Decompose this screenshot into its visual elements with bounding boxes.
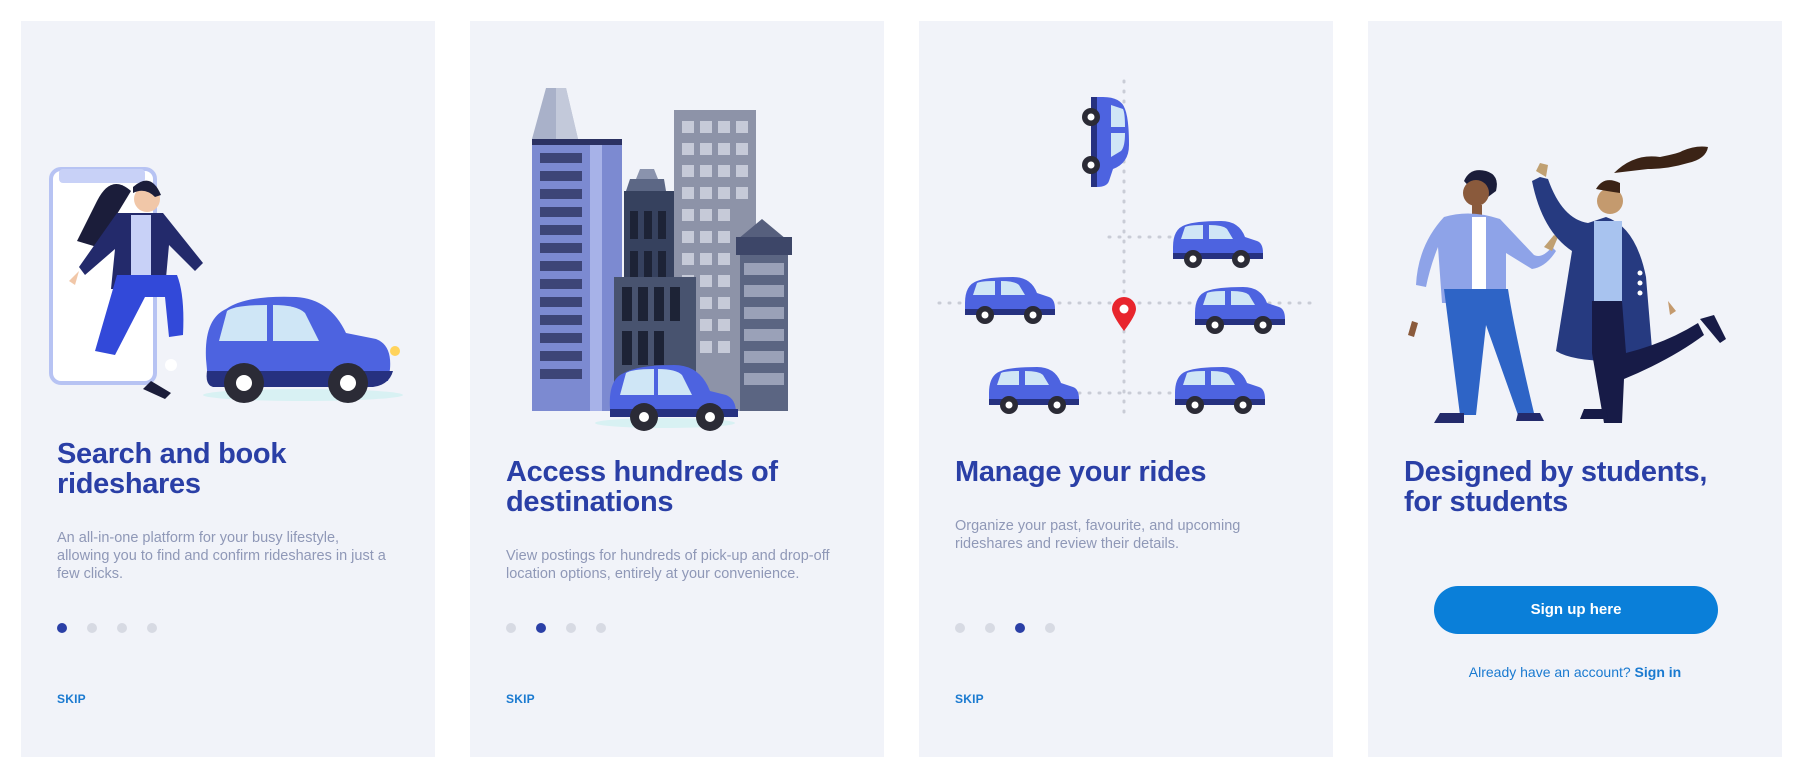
screen-description: View postings for hundreds of pick-up an…	[506, 548, 830, 582]
skip-button[interactable]: SKIP	[955, 692, 984, 706]
manage-rides-illustration	[937, 79, 1313, 419]
screen-title: Manage your rides	[955, 456, 1207, 488]
page-dot-3[interactable]	[1015, 623, 1025, 633]
onboarding-screen-2: Access hundreds of destinations View pos…	[470, 21, 884, 757]
skip-button[interactable]: SKIP	[57, 692, 86, 706]
pagination-dots	[955, 623, 1055, 633]
page-dot-1[interactable]	[955, 623, 965, 633]
car-illustration	[203, 296, 403, 403]
page-dot-1[interactable]	[57, 623, 67, 633]
search-book-illustration	[49, 167, 403, 403]
pagination-dots	[506, 623, 606, 633]
skip-button[interactable]: SKIP	[506, 692, 535, 706]
onboarding-screen-3: Manage your rides Organize your past, fa…	[919, 21, 1333, 757]
page-dot-2[interactable]	[536, 623, 546, 633]
people-high-five-illustration	[1408, 146, 1726, 423]
onboarding-screen-1: Search and book rideshares An all-in-one…	[21, 21, 435, 757]
page-dot-1[interactable]	[506, 623, 516, 633]
screen-title: Designed by students, for students	[1404, 456, 1708, 518]
page-dot-4[interactable]	[1045, 623, 1055, 633]
page-dot-4[interactable]	[596, 623, 606, 633]
onboarding-screen-4: Designed by students, for students Sign …	[1368, 21, 1782, 757]
account-prompt-text: Already have an account?	[1468, 664, 1631, 680]
woman-illustration	[1532, 146, 1726, 423]
page-dot-3[interactable]	[117, 623, 127, 633]
screen-description: An all-in-one platform for your busy lif…	[57, 530, 386, 582]
page-dot-3[interactable]	[566, 623, 576, 633]
sign-up-button[interactable]: Sign up here	[1434, 586, 1718, 634]
screen-description: Organize your past, favourite, and upcom…	[955, 518, 1241, 552]
map-pin-icon	[1112, 297, 1136, 331]
city-buildings-illustration	[532, 88, 792, 431]
man-illustration	[1408, 170, 1558, 423]
screen-title: Search and book rideshares	[57, 438, 287, 500]
screen-title: Access hundreds of destinations	[506, 456, 778, 518]
page-dot-2[interactable]	[985, 623, 995, 633]
page-dot-4[interactable]	[147, 623, 157, 633]
page-dot-2[interactable]	[87, 623, 97, 633]
sign-in-link[interactable]: Sign in	[1635, 664, 1682, 680]
sign-in-prompt: Already have an account? Sign in	[1368, 664, 1782, 680]
pagination-dots	[57, 623, 157, 633]
